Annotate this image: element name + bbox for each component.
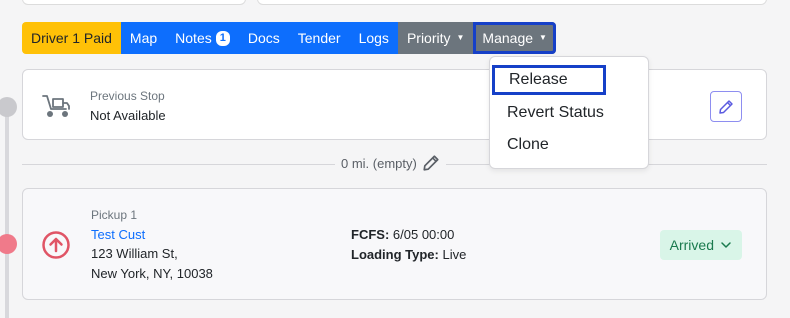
caret-down-icon: ▼ xyxy=(456,33,465,42)
status-dropdown-button[interactable]: Arrived xyxy=(659,230,742,260)
distance-label: 0 mi. (empty) xyxy=(335,154,446,172)
status-label: Arrived xyxy=(669,237,714,253)
pencil-icon xyxy=(719,99,733,114)
top-card-left xyxy=(22,0,246,5)
manage-dropdown-button[interactable]: Manage ▼ xyxy=(473,22,556,54)
customer-link[interactable]: Test Cust xyxy=(91,227,145,242)
fcfs-label: FCFS: xyxy=(351,227,390,242)
address-line-2: New York, NY, 10038 xyxy=(91,266,213,281)
menu-item-revert-status[interactable]: Revert Status xyxy=(490,98,648,128)
previous-stop-card: Previous Stop Not Available xyxy=(22,69,767,140)
caret-down-icon: ▼ xyxy=(539,33,547,42)
pickup-stop-card: Pickup 1 Test Cust 123 William St, New Y… xyxy=(22,188,767,300)
manage-dropdown-menu: Release Revert Status Clone xyxy=(489,56,649,169)
menu-item-release[interactable]: Release xyxy=(492,65,606,95)
map-button[interactable]: Map xyxy=(120,22,167,54)
tender-button[interactable]: Tender xyxy=(288,22,350,54)
timeline-dot-previous xyxy=(0,97,17,117)
driver-paid-button[interactable]: Driver 1 Paid xyxy=(22,22,121,54)
docs-button[interactable]: Docs xyxy=(238,22,289,54)
arrow-up-circle-icon xyxy=(41,230,71,265)
pencil-icon[interactable] xyxy=(422,154,440,172)
logs-button[interactable]: Logs xyxy=(349,22,398,54)
previous-stop-value: Not Available xyxy=(90,108,166,123)
address-line-1: 123 William St, xyxy=(91,246,178,261)
fcfs-value: 6/05 00:00 xyxy=(392,227,455,242)
manage-label: Manage xyxy=(482,30,534,46)
edit-previous-stop-button[interactable] xyxy=(710,91,742,122)
fcfs-row: FCFS: 6/05 00:00 xyxy=(351,227,454,242)
loading-type-label: Loading Type: xyxy=(351,247,439,262)
notes-count-badge: 1 xyxy=(215,30,230,46)
action-button-bar: Driver 1 Paid Map Notes 1 Docs Tender Lo… xyxy=(22,22,556,54)
chevron-down-icon xyxy=(721,242,731,248)
timeline-dot-pickup xyxy=(0,234,17,254)
stop-timeline xyxy=(5,100,9,318)
pickup-label: Pickup 1 xyxy=(91,208,138,222)
notes-label: Notes xyxy=(175,30,212,46)
truck-icon xyxy=(41,93,71,124)
distance-text: 0 mi. (empty) xyxy=(341,155,417,171)
loading-type-value: Live xyxy=(442,247,467,262)
previous-stop-label: Previous Stop xyxy=(90,89,165,103)
loading-type-row: Loading Type: Live xyxy=(351,247,466,262)
priority-label: Priority xyxy=(406,30,451,46)
top-card-right xyxy=(257,0,767,5)
menu-item-clone[interactable]: Clone xyxy=(490,130,648,160)
priority-dropdown-button[interactable]: Priority ▼ xyxy=(397,22,474,54)
notes-button[interactable]: Notes 1 xyxy=(166,22,239,54)
